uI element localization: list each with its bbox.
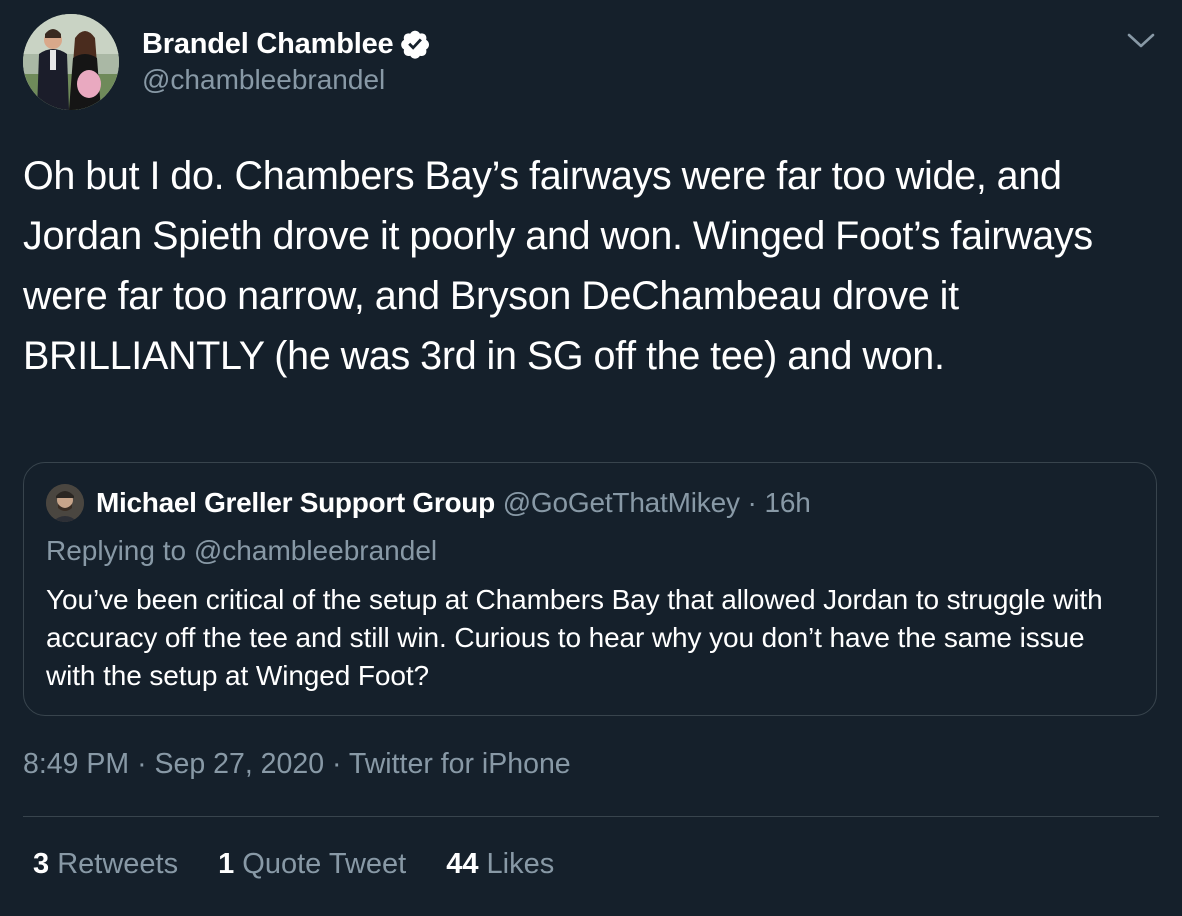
tweet-time[interactable]: 8:49 PM	[23, 748, 129, 780]
dot-separator: ·	[137, 748, 147, 780]
author-name-row[interactable]: Brandel Chamblee	[142, 26, 431, 62]
replying-handle: @chambleebrandel	[193, 535, 438, 566]
dot-separator: ·	[331, 748, 342, 780]
quoted-author-name: Michael Greller Support Group	[96, 487, 495, 518]
tweet-source[interactable]: Twitter for iPhone	[349, 748, 571, 780]
tweet-date[interactable]: Sep 27, 2020	[154, 748, 324, 780]
quoted-header: Michael Greller Support Group @GoGetThat…	[96, 485, 811, 521]
verified-badge-icon	[399, 28, 431, 60]
replying-to-line: Replying to @chambleebrandel	[46, 535, 437, 567]
chevron-down-icon[interactable]	[1124, 26, 1158, 54]
likes-stat[interactable]: 44 Likes	[446, 848, 554, 881]
retweets-stat[interactable]: 3 Retweets	[33, 848, 178, 881]
quoted-author-avatar	[46, 484, 84, 522]
timestamp-row: 8:49 PM · Sep 27, 2020 · Twitter for iPh…	[23, 748, 571, 781]
retweets-label: Retweets	[57, 848, 179, 880]
replying-prefix: Replying to	[46, 535, 187, 566]
tweet-text: Oh but I do. Chambers Bay’s fairways wer…	[23, 154, 1093, 378]
quote-tweets-stat[interactable]: 1 Quote Tweet	[218, 848, 406, 881]
likes-label: Likes	[486, 848, 555, 880]
quoted-age: 16h	[764, 487, 811, 518]
likes-count: 44	[446, 848, 479, 880]
quoted-tweet-card[interactable]: Michael Greller Support Group @GoGetThat…	[23, 462, 1157, 716]
quoted-avatar-photo	[46, 484, 84, 522]
quoted-tweet-text: You’ve been critical of the setup at Cha…	[46, 584, 1103, 691]
author-name[interactable]: Brandel Chamblee	[142, 28, 394, 61]
quoted-dot-separator: ·	[747, 487, 757, 518]
author-avatar[interactable]	[23, 14, 119, 110]
divider	[23, 816, 1159, 817]
quote-tweets-count: 1	[218, 848, 235, 880]
quote-tweets-label: Quote Tweet	[242, 848, 407, 880]
quoted-author-handle: @GoGetThatMikey	[502, 487, 740, 518]
retweets-count: 3	[33, 848, 50, 880]
author-handle[interactable]: @chambleebrandel	[142, 64, 385, 96]
engagement-stats: 3 Retweets 1 Quote Tweet 44 Likes	[33, 848, 554, 881]
avatar-photo	[23, 14, 119, 110]
